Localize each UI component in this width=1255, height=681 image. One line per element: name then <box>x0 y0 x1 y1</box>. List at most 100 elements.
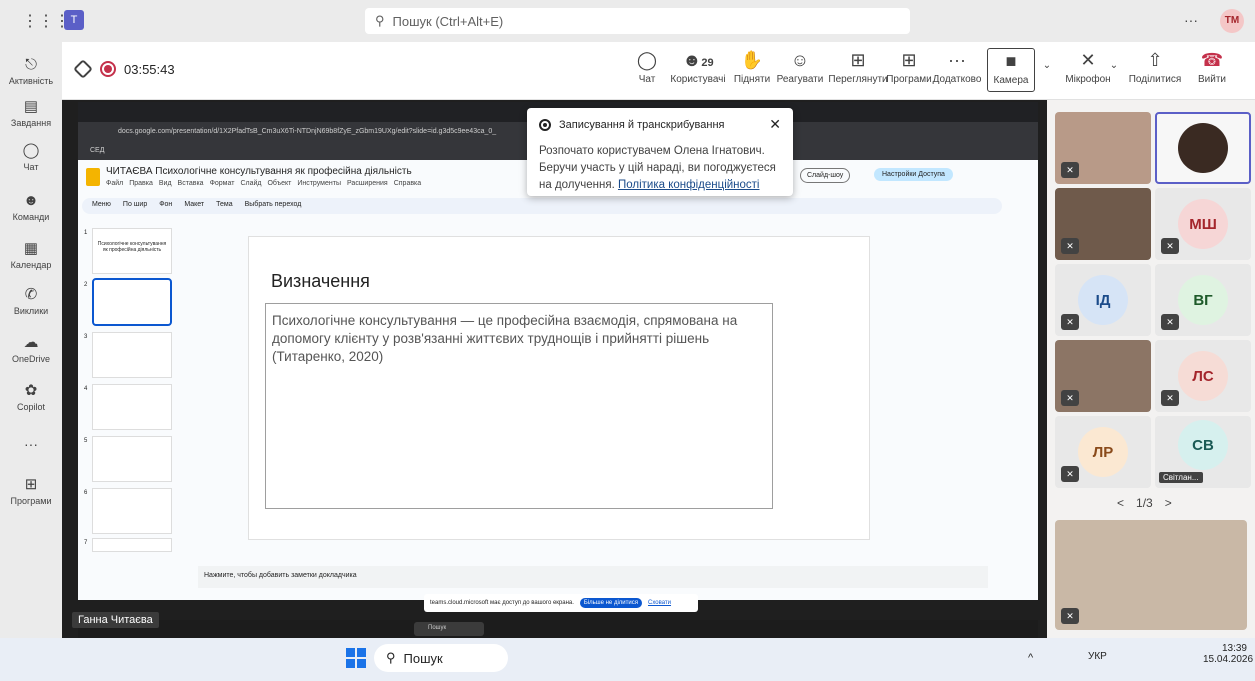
mic-off-icon: ✕ <box>1061 390 1079 406</box>
meeting-timer: 03:55:43 <box>124 62 175 77</box>
inner-search: Пошук <box>414 622 484 636</box>
raise-hand-button[interactable]: ✋ Підняти <box>732 50 772 85</box>
chat-button[interactable]: ◯ Чат <box>632 50 662 85</box>
search-input[interactable]: ⚲ Пошук (Ctrl+Alt+E) <box>365 8 910 34</box>
participant-video-tile-active[interactable] <box>1155 112 1251 184</box>
recording-popup: Записування й транскрибування ✕ Розпочат… <box>527 108 793 196</box>
doc-title: ЧИТАЄВА Психологічне консультування як п… <box>106 166 412 177</box>
search-icon: ⚲ <box>386 650 396 665</box>
clock[interactable]: 13:39 15.04.2026 <box>1203 643 1253 665</box>
avatar[interactable]: TM <box>1220 9 1244 33</box>
chat-icon: ◯ <box>636 50 658 70</box>
slide-thumbnail: Психологічне консультування як професійн… <box>92 228 172 274</box>
presenter-name: Ганна Читаєва <box>72 612 159 628</box>
clipboard-icon: ▤ <box>23 98 39 115</box>
hand-icon: ✋ <box>740 50 764 70</box>
bell-icon: ⎋ <box>25 56 37 73</box>
language-indicator[interactable]: УКР <box>1088 651 1107 662</box>
participant-tile[interactable]: ЛР ✕ <box>1055 416 1151 488</box>
close-icon[interactable]: ✕ <box>769 116 781 133</box>
chevron-right-icon[interactable]: > <box>1165 496 1172 510</box>
participant-video-tile[interactable]: ✕ <box>1055 112 1151 184</box>
slides-logo-icon <box>86 168 100 186</box>
add-apps-icon: ⊞ <box>24 476 38 493</box>
shared-windows-taskbar: Пошук <box>78 620 1038 638</box>
shield-icon <box>73 59 93 79</box>
mic-off-icon: ✕ <box>1061 162 1079 178</box>
taskbar-search[interactable]: ⚲ Пошук <box>374 644 508 672</box>
search-icon: ⚲ <box>375 13 385 28</box>
participant-tile[interactable]: СВ Світлан... <box>1155 416 1251 488</box>
camera-button[interactable]: ■ Камера <box>987 48 1035 92</box>
teams-title-bar: ⋮⋮⋮ T ⚲ Пошук (Ctrl+Alt+E) ··· TM <box>0 0 1255 42</box>
rail-copilot[interactable]: ✿ Copilot <box>0 382 62 412</box>
rail-more[interactable]: ··· <box>0 436 62 452</box>
meeting-toolbar: 03:55:43 ◯ Чат ☻29 Користувачі ✋ Підняти ☺ Р… <box>62 42 1255 100</box>
participant-tile[interactable]: ІД ✕ <box>1055 264 1151 336</box>
teams-icon: ☻ <box>23 192 39 209</box>
slide-thumbnail <box>92 538 172 552</box>
rail-activity[interactable]: ⎋ Активність <box>0 56 62 86</box>
avatar: ІД <box>1078 275 1128 325</box>
rail-calendar[interactable]: ▦ Календар <box>0 240 62 270</box>
more-icon[interactable]: ··· <box>1184 12 1198 28</box>
camera-options-chevron-icon[interactable]: ⌄ <box>1040 60 1054 71</box>
chevron-left-icon[interactable]: < <box>1117 496 1124 510</box>
mic-options-chevron-icon[interactable]: ⌄ <box>1107 60 1121 71</box>
view-button[interactable]: ⊞ Переглянути <box>827 50 889 85</box>
share-button[interactable]: ⇧ Поділитися <box>1124 50 1186 85</box>
speaker-notes: Нажмите, чтобы добавить заметки докладчи… <box>198 566 988 588</box>
rail-tasks[interactable]: ▤ Завдання <box>0 98 62 128</box>
rail-apps[interactable]: ⊞ Програми <box>0 476 62 506</box>
more-icon: ··· <box>948 50 966 70</box>
mic-off-icon: ✕ <box>1161 238 1179 254</box>
hangup-icon: ☎ <box>1200 50 1224 70</box>
participant-video-tile[interactable]: ✕ <box>1055 340 1151 412</box>
participant-video-tile[interactable]: ✕ <box>1055 188 1151 260</box>
leave-button[interactable]: ☎ Вийти <box>1192 50 1232 85</box>
mic-off-icon: ✕ <box>1061 314 1079 330</box>
slide-canvas: Визначення Психологічне консультування —… <box>248 236 870 540</box>
rail-calls[interactable]: ✆ Виклики <box>0 286 62 316</box>
phone-icon: ✆ <box>24 286 38 303</box>
slide-thumbnail <box>92 332 172 378</box>
mic-off-icon: ✕ <box>1061 238 1079 254</box>
avatar: СВ <box>1178 420 1228 470</box>
avatar: ВГ <box>1178 275 1228 325</box>
avatar: ЛР <box>1078 427 1128 477</box>
slideshow-button: Слайд-шоу <box>800 168 851 183</box>
chevron-up-icon[interactable]: ^ <box>1028 652 1033 664</box>
copilot-icon: ✿ <box>24 382 38 399</box>
participant-tile[interactable]: МШ ✕ <box>1155 188 1251 260</box>
react-button[interactable]: ☺ Реагувати <box>774 50 826 85</box>
rail-teams[interactable]: ☻ Команди <box>0 192 62 222</box>
participant-tile[interactable]: ВГ ✕ <box>1155 264 1251 336</box>
slide-body: Психологічне консультування — це професі… <box>265 303 773 509</box>
slide-thumbnail <box>92 488 172 534</box>
privacy-link[interactable]: Політика конфіденційності <box>618 179 760 191</box>
self-video-tile[interactable]: ✕ <box>1055 520 1247 630</box>
apps-button[interactable]: ⊞ Програми <box>886 50 932 85</box>
app-launcher-icon[interactable]: ⋮⋮⋮ <box>22 11 70 31</box>
mic-off-icon: ✕ <box>1161 390 1179 406</box>
recording-icon <box>539 118 551 131</box>
windows-taskbar: ⚲ Пошук ^ УКР 13:39 15.04.2026 <box>0 638 1255 681</box>
people-button[interactable]: ☻29 Користувачі <box>667 50 729 85</box>
more-button[interactable]: ··· Додатково <box>932 50 982 85</box>
rail-onedrive[interactable]: ☁ OneDrive <box>0 334 62 364</box>
google-slides-window: ЧИТАЄВА Психологічне консультування як п… <box>78 160 1038 600</box>
participants-panel: ✕ ✕ МШ ✕ ІД ✕ ВГ ✕ ✕ ЛС ✕ ЛР ✕ СВ Світлан... <… <box>1047 100 1255 638</box>
avatar <box>1178 123 1228 173</box>
menu-bar: Файл Правка Вид Вставка Формат Слайд Объект Инс… <box>106 180 422 187</box>
start-icon[interactable] <box>346 648 366 668</box>
participant-tile[interactable]: ЛС ✕ <box>1155 340 1251 412</box>
rail-chat[interactable]: ◯ Чат <box>0 142 62 172</box>
teams-logo-icon: T <box>64 10 84 30</box>
slide-thumbnails: 1 Психологічне консультування як професі… <box>78 222 178 552</box>
chat-icon: ◯ <box>22 142 40 159</box>
mic-off-icon: ✕ <box>1061 608 1079 624</box>
mic-off-icon: ✕ <box>1161 314 1179 330</box>
share-icon: ⇧ <box>1147 50 1163 70</box>
recording-icon <box>100 61 116 77</box>
mic-off-icon: ✕ <box>1061 466 1079 482</box>
